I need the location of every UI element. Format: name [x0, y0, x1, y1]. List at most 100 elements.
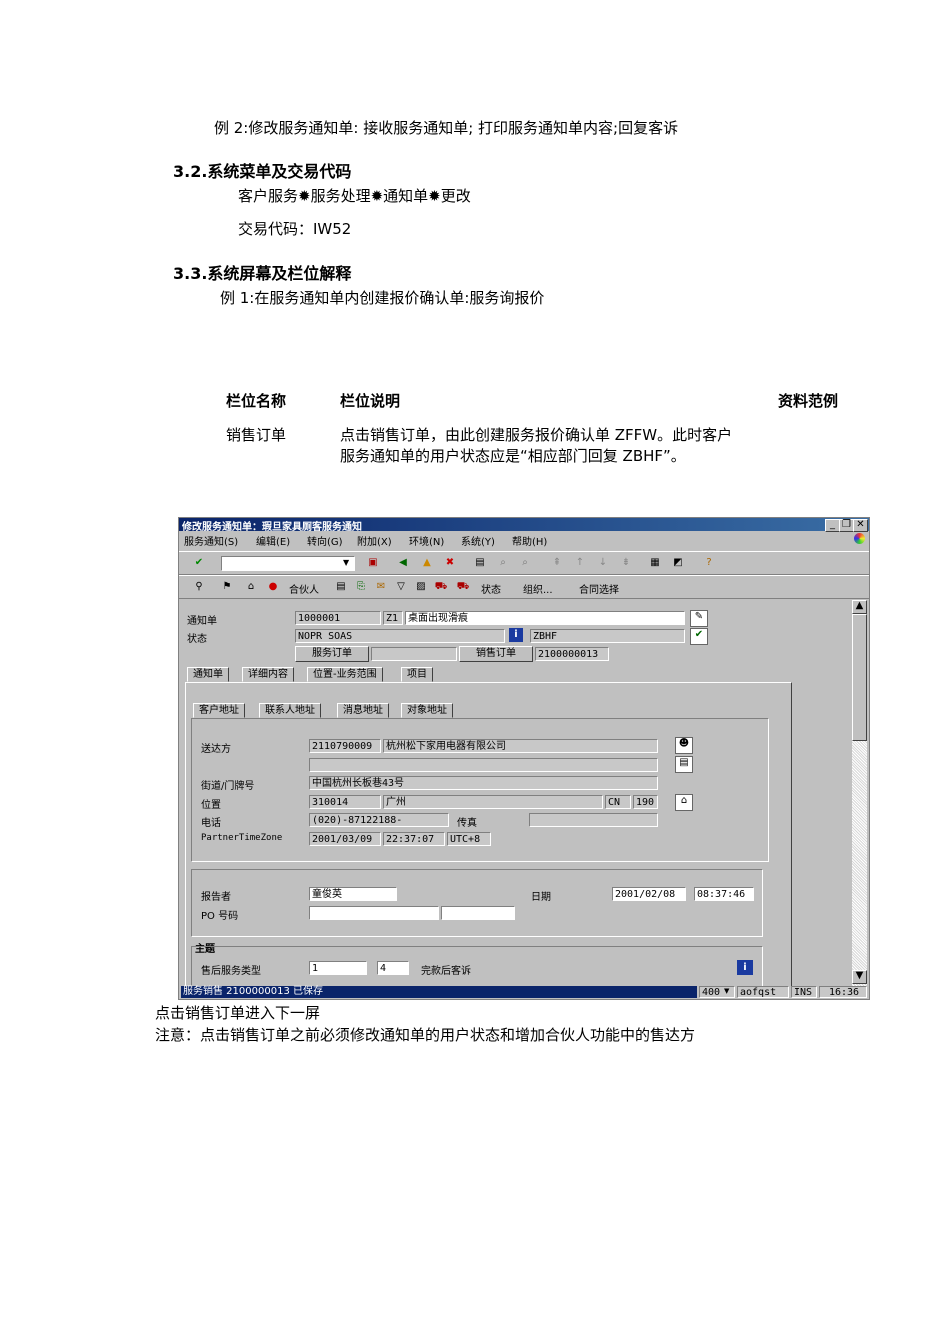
- service-type-field-1[interactable]: 1: [309, 961, 367, 975]
- truck-icon[interactable]: ⛟: [433, 579, 449, 595]
- cancel-icon[interactable]: ✖: [442, 555, 458, 571]
- display-change-icon[interactable]: ⚲: [191, 579, 207, 595]
- tab-notification[interactable]: 通知单: [187, 667, 229, 682]
- menu-help[interactable]: 帮助(H): [512, 533, 547, 548]
- address-line2-field: [309, 758, 658, 772]
- service-type-field-2[interactable]: 4: [377, 961, 409, 975]
- subtab-customer-address[interactable]: 客户地址: [193, 703, 245, 718]
- row-field-name: 销售订单: [226, 426, 287, 444]
- first-page-icon[interactable]: ⇞: [549, 555, 565, 571]
- sap-logo-icon: [854, 533, 865, 544]
- street-label: 街道/门牌号: [201, 781, 255, 792]
- notif-number-field[interactable]: 1000001: [295, 611, 381, 625]
- previous-page-icon[interactable]: ↑: [572, 555, 588, 571]
- menu-extras[interactable]: 附加(X): [357, 533, 392, 548]
- partner-icon[interactable]: ●: [265, 579, 281, 595]
- tab-details[interactable]: 详细内容: [242, 667, 294, 682]
- scroll-down-icon[interactable]: ▼: [852, 970, 867, 984]
- edit-text-icon[interactable]: ✎: [690, 610, 708, 627]
- service-order-field[interactable]: [371, 647, 457, 661]
- help-icon[interactable]: ?: [701, 555, 717, 571]
- po-number-field[interactable]: [309, 906, 439, 920]
- document-icon[interactable]: ▤: [333, 579, 349, 595]
- person-icon[interactable]: ☻: [675, 737, 693, 754]
- sold-to-name-field: 杭州松下家用电器有限公司: [383, 739, 658, 753]
- menu-edit[interactable]: 编辑(E): [256, 533, 290, 548]
- delivery-icon[interactable]: ⛟: [455, 579, 471, 595]
- col-header-name: 栏位名称: [226, 392, 287, 410]
- sold-to-number-field[interactable]: 2110790009: [309, 739, 381, 753]
- street-field: 中国杭州长板巷43号: [309, 776, 658, 790]
- contract-select-button[interactable]: 合同选择: [579, 581, 619, 596]
- enter-icon[interactable]: ✔: [191, 555, 207, 571]
- timezone-label: PartnerTimeZone: [201, 833, 283, 843]
- copy-icon[interactable]: ⎘: [353, 579, 369, 595]
- notif-description-field[interactable]: 桌面出现滑痕: [405, 611, 685, 625]
- last-page-icon[interactable]: ⇟: [618, 555, 634, 571]
- date-field[interactable]: 2001/02/08: [612, 887, 686, 901]
- city-field: 广州: [383, 795, 603, 809]
- scroll-up-icon[interactable]: ▲: [852, 600, 867, 614]
- next-page-icon[interactable]: ↓: [595, 555, 611, 571]
- command-field[interactable]: [221, 556, 355, 571]
- status-bar: 服务销售 2100000013 已保存 400 ▼ aofqst INS 16:…: [179, 986, 869, 999]
- shortcut-icon[interactable]: ◩: [670, 555, 686, 571]
- reporter-frame: [191, 869, 763, 937]
- detail-icon[interactable]: ▤: [675, 756, 693, 773]
- print-icon[interactable]: ▤: [472, 555, 488, 571]
- service-order-button[interactable]: 服务订单: [295, 646, 369, 662]
- create-session-icon[interactable]: ▦: [647, 555, 663, 571]
- client-field[interactable]: 400: [699, 986, 735, 998]
- print-preview-icon[interactable]: ▨: [413, 579, 429, 595]
- partner-button[interactable]: 合伙人: [289, 581, 319, 596]
- subtab-message-address[interactable]: 消息地址: [337, 703, 389, 718]
- tz-time-field: 22:37:07: [383, 832, 445, 846]
- client-dropdown-icon[interactable]: ▼: [724, 987, 729, 995]
- server-field: aofqst: [737, 986, 789, 998]
- find-icon[interactable]: ⌕: [495, 555, 511, 571]
- example2-text: 例 2:修改服务通知单: 接收服务通知单; 打印服务通知单内容;回复客诉: [214, 119, 679, 137]
- organization-button[interactable]: 组织...: [523, 581, 553, 596]
- attachment-icon[interactable]: ✉: [373, 579, 389, 595]
- save-icon[interactable]: ▣: [365, 555, 381, 571]
- time-field[interactable]: 08:37:46: [694, 887, 754, 901]
- menu-goto[interactable]: 转向(G): [307, 533, 343, 548]
- country-field: CN: [605, 795, 631, 809]
- sap-window: 修改服务通知单：瑕旦家具厕客服务通知 _ ❐ ✕ 服务通知(S) 编辑(E) 转…: [178, 517, 870, 1000]
- menu-environment[interactable]: 环境(N): [409, 533, 444, 548]
- subtab-object-address[interactable]: 对象地址: [401, 703, 453, 718]
- minimize-icon[interactable]: _: [825, 519, 840, 532]
- partner-group-icon[interactable]: ⌂: [243, 579, 259, 595]
- subtab-contact-address[interactable]: 联系人地址: [259, 703, 321, 718]
- info-icon-subject[interactable]: i: [737, 960, 753, 975]
- col-header-desc: 栏位说明: [340, 392, 401, 410]
- standard-toolbar: ✔ ▼ ▣ ◀ ▲ ✖ ▤ ⌕ ⌕ ⇞ ↑ ↓ ⇟ ▦ ◩ ?: [179, 551, 869, 575]
- po-date-field[interactable]: [441, 906, 515, 920]
- status-label: 状态: [187, 634, 207, 645]
- status-button[interactable]: 状态: [481, 581, 501, 596]
- change-status-icon[interactable]: ✔: [690, 628, 708, 645]
- task-icon[interactable]: ▽: [393, 579, 409, 595]
- reporter-field[interactable]: 童俊英: [309, 887, 397, 901]
- content-area: 通知单 1000001 Z1 桌面出现滑痕 ✎ 状态 NOPR SOAS i Z…: [179, 600, 852, 988]
- restore-icon[interactable]: ❐: [839, 519, 854, 532]
- service-type-label: 售后服务类型: [201, 966, 261, 977]
- tab-location[interactable]: 位置-业务范围: [307, 667, 383, 682]
- window-titlebar: 修改服务通知单：瑕旦家具厕客服务通知: [179, 518, 869, 533]
- action-icon[interactable]: ⚑: [219, 579, 235, 595]
- tab-items[interactable]: 项目: [401, 667, 433, 682]
- find-next-icon[interactable]: ⌕: [517, 555, 533, 571]
- row-desc-line2: 服务通知单的用户状态应是“相应部门回复 ZBHF”。: [340, 447, 686, 465]
- vertical-scrollbar[interactable]: ▲ ▼: [852, 600, 867, 986]
- scroll-thumb[interactable]: [852, 614, 867, 741]
- sales-order-button[interactable]: 销售订单: [459, 646, 533, 662]
- address-icon[interactable]: ⌂: [675, 794, 693, 811]
- menu-system[interactable]: 系统(Y): [461, 533, 495, 548]
- dropdown-icon[interactable]: ▼: [343, 558, 349, 567]
- menu-notification[interactable]: 服务通知(S): [184, 533, 238, 548]
- info-icon[interactable]: i: [509, 628, 523, 642]
- close-icon[interactable]: ✕: [853, 519, 868, 532]
- notif-type-field[interactable]: Z1: [383, 611, 403, 625]
- exit-icon[interactable]: ▲: [419, 555, 435, 571]
- back-icon[interactable]: ◀: [395, 555, 411, 571]
